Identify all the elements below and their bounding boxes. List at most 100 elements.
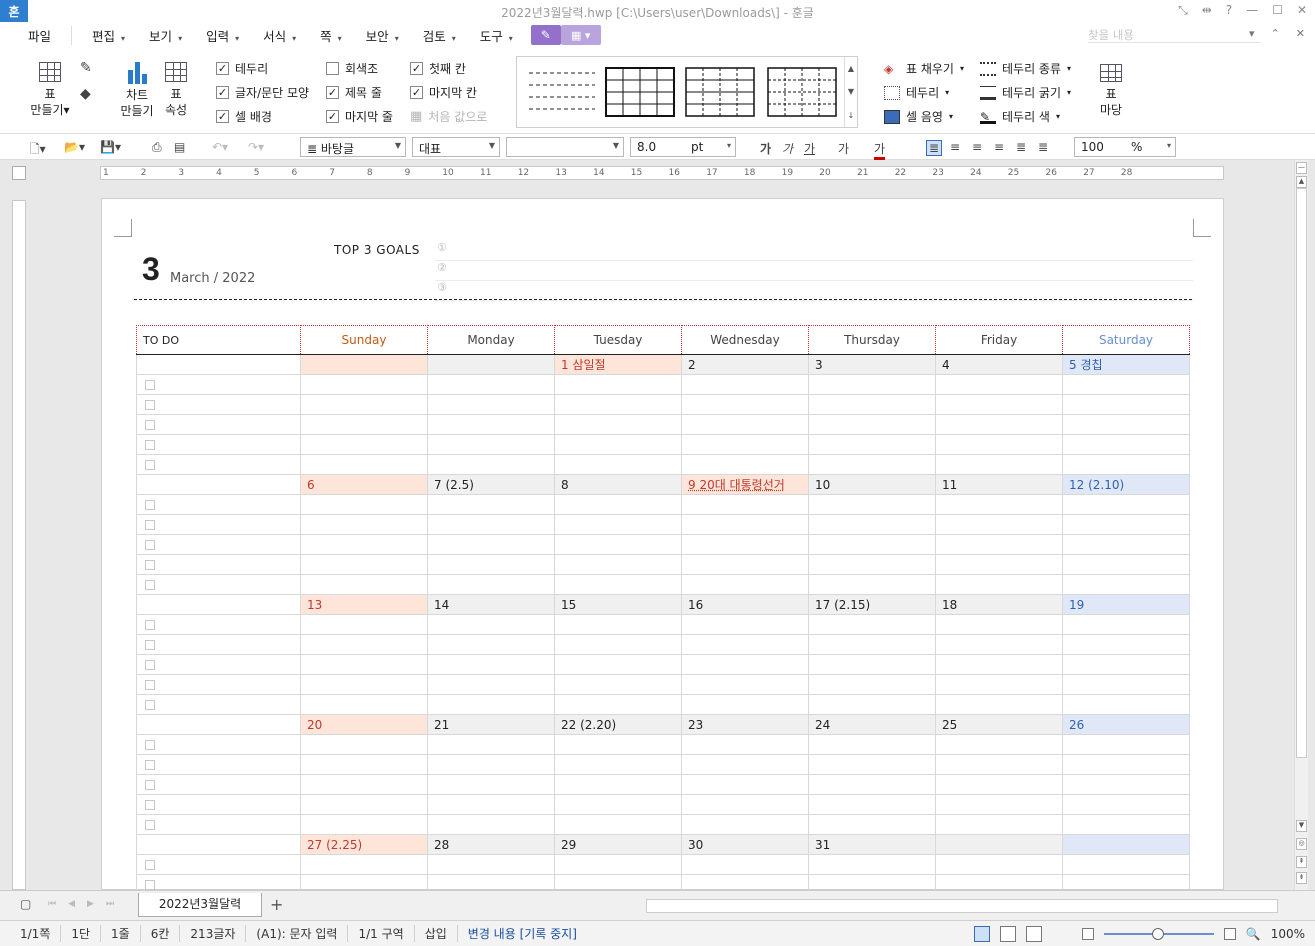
- day-note-cell[interactable]: [427, 414, 555, 435]
- day-note-cell[interactable]: [300, 574, 428, 595]
- date-cell[interactable]: 29: [554, 834, 682, 855]
- menu-page[interactable]: 쪽 ▾: [308, 26, 354, 45]
- day-note-cell[interactable]: [935, 414, 1063, 435]
- menu-file[interactable]: 파일: [0, 25, 73, 45]
- day-note-cell[interactable]: [681, 734, 809, 755]
- font-select[interactable]: ▼: [506, 137, 624, 157]
- day-note-cell[interactable]: [300, 534, 428, 555]
- date-cell[interactable]: 10: [808, 474, 936, 495]
- table-design-tab-icon[interactable]: ✎: [530, 25, 561, 45]
- day-note-cell[interactable]: [427, 374, 555, 395]
- print-icon[interactable]: ⎙: [152, 140, 162, 155]
- day-note-cell[interactable]: [554, 514, 682, 535]
- view-page-icon[interactable]: [973, 926, 990, 942]
- day-note-cell[interactable]: [554, 794, 682, 815]
- date-cell[interactable]: 27 (2.25): [300, 834, 428, 855]
- day-note-cell[interactable]: [935, 394, 1063, 415]
- day-note-cell[interactable]: [554, 434, 682, 455]
- day-note-cell[interactable]: [681, 794, 809, 815]
- todo-checkbox[interactable]: [145, 740, 155, 750]
- day-note-cell[interactable]: [554, 754, 682, 775]
- day-note-cell[interactable]: [681, 854, 809, 875]
- todo-cell[interactable]: [136, 774, 301, 795]
- day-note-cell[interactable]: [554, 554, 682, 575]
- todo-checkbox[interactable]: [145, 620, 155, 630]
- day-note-cell[interactable]: [427, 634, 555, 655]
- first-tab-icon[interactable]: ⏮: [48, 899, 56, 909]
- date-cell[interactable]: 22 (2.20): [554, 714, 682, 735]
- day-note-cell[interactable]: [1062, 654, 1190, 675]
- day-note-cell[interactable]: [1062, 494, 1190, 515]
- prev-tab-icon[interactable]: ◀: [68, 899, 75, 909]
- day-note-cell[interactable]: [935, 534, 1063, 555]
- minimize-button[interactable]: —: [1246, 3, 1258, 18]
- table-style-grid[interactable]: [685, 67, 755, 117]
- day-note-cell[interactable]: [935, 614, 1063, 635]
- gallery-scroll[interactable]: ▲ ▼ ↓: [844, 57, 857, 127]
- day-note-cell[interactable]: [554, 454, 682, 475]
- align-distribute-icon[interactable]: ≣: [1016, 140, 1026, 154]
- day-note-cell[interactable]: [300, 854, 428, 875]
- zoom-in-icon[interactable]: [1223, 928, 1236, 940]
- align-center-icon[interactable]: ≡: [972, 140, 982, 154]
- day-note-cell[interactable]: [808, 374, 936, 395]
- day-note-cell[interactable]: [427, 614, 555, 635]
- todo-checkbox[interactable]: [145, 440, 155, 450]
- table-make-button[interactable]: 표 만들기▾: [28, 62, 72, 118]
- close-button[interactable]: ✕: [1297, 3, 1307, 18]
- day-note-cell[interactable]: [554, 854, 682, 875]
- todo-cell[interactable]: [136, 354, 301, 375]
- day-note-cell[interactable]: [427, 434, 555, 455]
- day-note-cell[interactable]: [427, 534, 555, 555]
- day-note-cell[interactable]: [935, 494, 1063, 515]
- save-icon[interactable]: 💾▾: [100, 140, 121, 154]
- table-fill-button[interactable]: ◈ 표 채우기 ▾: [884, 60, 964, 77]
- day-note-cell[interactable]: [808, 694, 936, 715]
- day-note-cell[interactable]: [808, 494, 936, 515]
- day-note-cell[interactable]: [1062, 374, 1190, 395]
- day-note-cell[interactable]: [681, 754, 809, 775]
- day-note-cell[interactable]: [554, 534, 682, 555]
- day-note-cell[interactable]: [681, 694, 809, 715]
- search-input[interactable]: 찾을 내용: [1088, 27, 1260, 43]
- maximize-button[interactable]: ☐: [1272, 3, 1283, 18]
- day-note-cell[interactable]: [1062, 634, 1190, 655]
- help-icon[interactable]: ?: [1226, 3, 1232, 18]
- day-note-cell[interactable]: [1062, 554, 1190, 575]
- todo-cell[interactable]: [136, 554, 301, 575]
- menu-view[interactable]: 보기 ▾: [137, 26, 194, 45]
- day-note-cell[interactable]: [681, 614, 809, 635]
- document-page[interactable]: 3 March / 2022 TOP 3 GOALS ① ② ③ TO DO S…: [101, 198, 1224, 946]
- horizontal-ruler[interactable]: 1 2 3 4 5 6 7 8 9 10 11 12 13 14 15 16 17 18 19 20 21 22 23 24 2…: [100, 166, 1224, 180]
- day-note-cell[interactable]: [554, 814, 682, 835]
- day-note-cell[interactable]: [554, 414, 682, 435]
- day-note-cell[interactable]: [935, 734, 1063, 755]
- day-note-cell[interactable]: [1062, 854, 1190, 875]
- date-cell[interactable]: 25: [935, 714, 1063, 735]
- day-note-cell[interactable]: [1062, 674, 1190, 695]
- day-note-cell[interactable]: [681, 414, 809, 435]
- date-cell[interactable]: 16: [681, 594, 809, 615]
- day-header-sunday[interactable]: Sunday: [300, 325, 428, 355]
- prev-page-icon[interactable]: ⇞: [1296, 856, 1307, 868]
- check-cell-bg[interactable]: ✓ 셀 배경: [216, 108, 272, 125]
- day-note-cell[interactable]: [1062, 754, 1190, 775]
- date-cell[interactable]: 6: [300, 474, 428, 495]
- day-note-cell[interactable]: [300, 494, 428, 515]
- scroll-up-arrow[interactable]: ▲: [1296, 176, 1307, 188]
- day-note-cell[interactable]: [300, 674, 428, 695]
- day-note-cell[interactable]: [554, 394, 682, 415]
- day-note-cell[interactable]: [300, 514, 428, 535]
- day-note-cell[interactable]: [935, 374, 1063, 395]
- day-note-cell[interactable]: [1062, 694, 1190, 715]
- day-note-cell[interactable]: [300, 394, 428, 415]
- day-note-cell[interactable]: [808, 734, 936, 755]
- date-cell[interactable]: 13: [300, 594, 428, 615]
- day-note-cell[interactable]: [554, 634, 682, 655]
- todo-cell[interactable]: [136, 394, 301, 415]
- todo-checkbox[interactable]: [145, 820, 155, 830]
- day-note-cell[interactable]: [427, 694, 555, 715]
- day-note-cell[interactable]: [681, 814, 809, 835]
- day-note-cell[interactable]: [427, 794, 555, 815]
- day-note-cell[interactable]: [554, 614, 682, 635]
